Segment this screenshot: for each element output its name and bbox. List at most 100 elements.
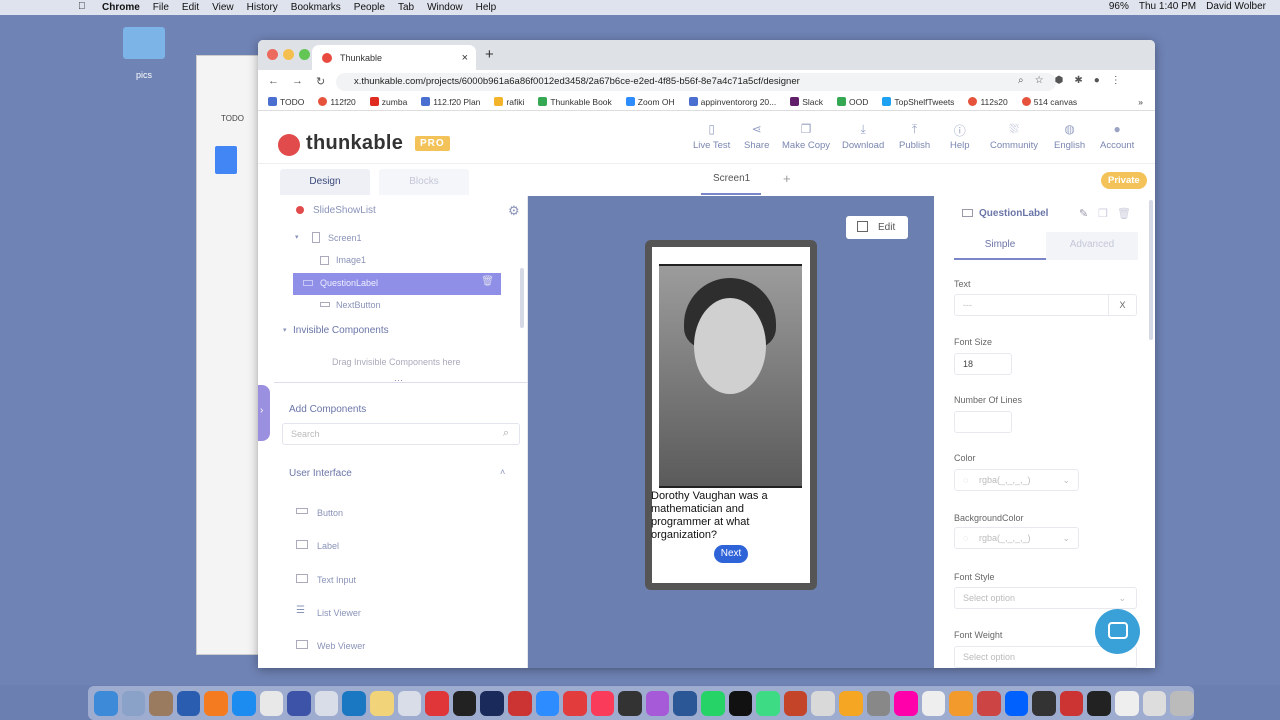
edit-button[interactable]: Edit bbox=[846, 216, 908, 239]
tree-scrollbar[interactable] bbox=[520, 268, 524, 328]
tree-item-screen1[interactable]: Screen1 bbox=[328, 233, 362, 243]
tree-item-image1[interactable]: Image1 bbox=[336, 255, 366, 265]
thunkable-logo-text[interactable]: thunkable bbox=[306, 132, 403, 155]
bookmark-star-icon[interactable]: ☆ bbox=[1035, 75, 1044, 86]
music-icon[interactable] bbox=[590, 690, 615, 716]
menu-bookmarks[interactable]: Bookmarks bbox=[291, 2, 341, 13]
trash-icon[interactable] bbox=[1170, 690, 1194, 716]
community-button[interactable]: ⛆ Community bbox=[990, 122, 1038, 151]
system-preferences-icon[interactable] bbox=[866, 690, 891, 716]
help-button[interactable]: ⓘ Help bbox=[950, 122, 970, 151]
color-picker[interactable]: ◌ rgba(_,_,_,_) ⌄ bbox=[954, 469, 1079, 491]
component-search-input[interactable]: Search ⌕ bbox=[282, 423, 520, 445]
question-label[interactable]: Dorothy Vaughan was a mathematician and … bbox=[651, 490, 801, 542]
menu-kebab-icon[interactable]: ⋮ bbox=[1111, 75, 1121, 86]
podcasts-icon[interactable] bbox=[645, 690, 670, 716]
font-size-input[interactable]: 18 bbox=[954, 353, 1012, 375]
app-icon[interactable] bbox=[314, 690, 339, 716]
clear-text-button[interactable]: X bbox=[1108, 295, 1136, 315]
text-property-input[interactable]: --- X bbox=[954, 294, 1137, 316]
private-badge[interactable]: Private bbox=[1101, 172, 1147, 189]
download-button[interactable]: ⤓ Download bbox=[842, 122, 884, 151]
tree-item-nextbutton[interactable]: NextButton bbox=[336, 300, 381, 310]
chevron-down-icon[interactable]: ▾ bbox=[295, 233, 299, 241]
bookmark-item[interactable]: TODO bbox=[268, 97, 304, 107]
menu-help[interactable]: Help bbox=[476, 2, 497, 13]
bookmark-item[interactable]: zumba bbox=[369, 97, 407, 107]
app-icon[interactable] bbox=[369, 690, 394, 716]
address-bar[interactable]: x.thunkable.com/projects/6000b961a6a86f0… bbox=[336, 73, 1056, 91]
reload-icon[interactable]: ↻ bbox=[316, 75, 330, 88]
share-button[interactable]: ⋖ Share bbox=[744, 122, 769, 151]
terminal-icon[interactable] bbox=[452, 690, 477, 716]
app-icon[interactable] bbox=[342, 690, 366, 716]
number-of-lines-input[interactable] bbox=[954, 411, 1012, 433]
close-tab-icon[interactable]: × bbox=[462, 52, 468, 64]
dictionary-icon[interactable] bbox=[1059, 690, 1084, 716]
dropbox-icon[interactable] bbox=[1004, 690, 1029, 716]
component-text-input[interactable]: Text Input bbox=[317, 575, 356, 585]
font-style-select[interactable]: Select option ⌄ bbox=[954, 587, 1137, 609]
chrome-icon[interactable] bbox=[259, 690, 284, 716]
word-icon[interactable] bbox=[673, 690, 698, 716]
language-button[interactable]: ◍ English bbox=[1054, 122, 1085, 151]
app-icon[interactable] bbox=[121, 690, 146, 716]
app-icon[interactable] bbox=[1114, 690, 1139, 716]
account-button[interactable]: ● Account bbox=[1100, 122, 1134, 151]
menu-chrome[interactable]: Chrome bbox=[102, 2, 140, 13]
next-button[interactable]: Next bbox=[714, 545, 748, 563]
tab-blocks[interactable]: Blocks bbox=[379, 169, 469, 195]
tab-advanced[interactable]: Advanced bbox=[1046, 232, 1138, 260]
extension-icon[interactable]: ⬢ bbox=[1055, 75, 1064, 86]
folder-icon[interactable] bbox=[123, 27, 165, 59]
screen-tab[interactable]: Screen1 bbox=[713, 173, 750, 184]
new-tab-button[interactable]: + bbox=[485, 46, 494, 63]
zoom-icon[interactable] bbox=[535, 690, 560, 716]
intellij-icon[interactable] bbox=[728, 690, 753, 716]
edit-pencil-icon[interactable]: ✎ bbox=[1079, 207, 1088, 220]
app-icon[interactable] bbox=[921, 690, 946, 716]
bookmark-item[interactable]: 514 canvas bbox=[1021, 97, 1077, 107]
bookmark-item[interactable]: OOD bbox=[837, 97, 868, 107]
bookmark-item[interactable]: TopShelfTweets bbox=[882, 97, 954, 107]
menu-edit[interactable]: Edit bbox=[182, 2, 199, 13]
bookmarks-overflow-icon[interactable]: » bbox=[1138, 97, 1143, 107]
bookmark-item[interactable]: Zoom OH bbox=[625, 97, 675, 107]
app-icon[interactable] bbox=[287, 690, 311, 716]
trash-icon[interactable]: 🗑 bbox=[481, 276, 494, 287]
duplicate-icon[interactable]: ❐ bbox=[1098, 207, 1108, 220]
zoom-icon[interactable]: ⌕ bbox=[1018, 75, 1024, 86]
menu-people[interactable]: People bbox=[354, 2, 385, 13]
bookmark-item[interactable]: Slack bbox=[790, 97, 823, 107]
chevron-up-icon[interactable]: ˄ bbox=[500, 467, 505, 477]
back-icon[interactable]: ← bbox=[268, 75, 282, 87]
apple-icon[interactable]:  bbox=[78, 1, 86, 12]
app-icon[interactable] bbox=[618, 690, 642, 716]
bookmark-item[interactable]: 112f20 bbox=[318, 97, 356, 107]
background-color-picker[interactable]: ◌ rgba(_,_,_,_) ⌄ bbox=[954, 527, 1079, 549]
whatsapp-icon[interactable] bbox=[701, 690, 725, 716]
add-screen-button[interactable]: + bbox=[783, 171, 791, 186]
app-icon[interactable] bbox=[149, 690, 173, 716]
bookmark-item[interactable]: 112s20 bbox=[968, 97, 1008, 107]
publish-button[interactable]: ⤒ Publish bbox=[899, 122, 930, 151]
menu-window[interactable]: Window bbox=[427, 2, 463, 13]
minimize-window-button[interactable] bbox=[283, 49, 294, 60]
thunkable-logo-icon[interactable] bbox=[278, 134, 300, 156]
component-button[interactable]: Button bbox=[317, 508, 343, 518]
make-copy-button[interactable]: ❐ Make Copy bbox=[782, 122, 830, 151]
profile-avatar-icon[interactable]: ● bbox=[1094, 75, 1100, 86]
bookmark-item[interactable]: 112.f20 Plan bbox=[421, 97, 480, 107]
menu-tab[interactable]: Tab bbox=[398, 2, 414, 13]
app-icon[interactable] bbox=[176, 690, 201, 716]
browser-tab[interactable]: Thunkable × bbox=[312, 45, 476, 70]
menu-history[interactable]: History bbox=[247, 2, 278, 13]
tab-simple[interactable]: Simple bbox=[954, 232, 1046, 260]
component-name[interactable]: QuestionLabel bbox=[979, 208, 1048, 219]
gear-icon[interactable]: ⚙ bbox=[508, 203, 520, 219]
app-icon[interactable] bbox=[507, 690, 532, 716]
project-name[interactable]: SlideShowList bbox=[313, 205, 376, 216]
delete-icon[interactable]: 🗑 bbox=[1117, 207, 1131, 220]
clock[interactable]: Thu 1:40 PM bbox=[1139, 1, 1196, 12]
close-window-button[interactable] bbox=[267, 49, 278, 60]
